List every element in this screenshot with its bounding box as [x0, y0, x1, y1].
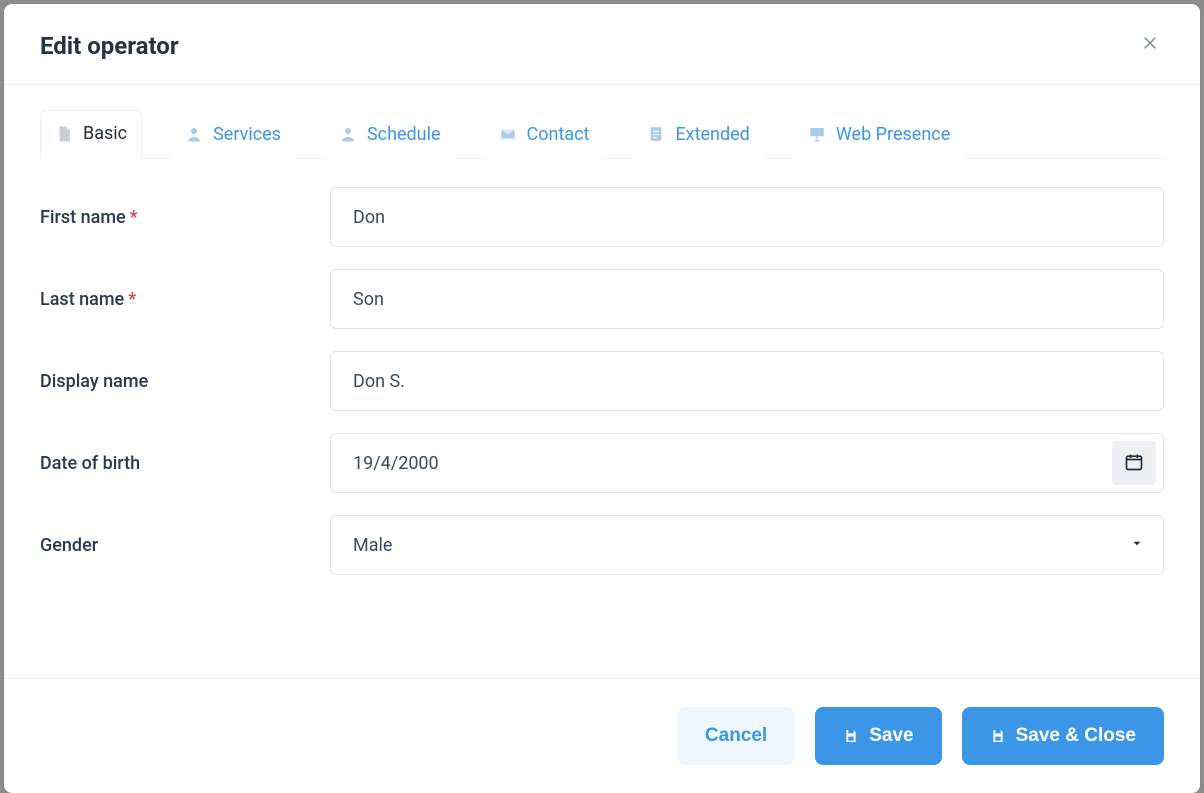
tab-label: Extended [675, 124, 749, 145]
modal-header: Edit operator [4, 4, 1200, 85]
gender-select[interactable]: Male [330, 515, 1164, 575]
gender-label: Gender [40, 535, 330, 556]
tab-extended[interactable]: Extended [632, 110, 764, 159]
document-icon [647, 125, 665, 143]
row-dob: Date of birth [40, 433, 1164, 493]
dob-label: Date of birth [40, 453, 330, 474]
modal-body: Basic Services Schedule Contact [4, 85, 1200, 678]
row-last-name: Last name* [40, 269, 1164, 329]
tab-label: Contact [527, 124, 590, 145]
first-name-input[interactable] [330, 187, 1164, 247]
date-picker-button[interactable] [1112, 441, 1156, 485]
save-close-button[interactable]: Save & Close [962, 707, 1164, 765]
last-name-input[interactable] [330, 269, 1164, 329]
row-gender: Gender Male [40, 515, 1164, 575]
cancel-button[interactable]: Cancel [677, 707, 795, 765]
save-button[interactable]: Save [815, 707, 941, 765]
tab-basic[interactable]: Basic [40, 110, 142, 159]
display-name-label: Display name [40, 371, 330, 392]
display-name-input[interactable] [330, 351, 1164, 411]
row-first-name: First name* [40, 187, 1164, 247]
first-name-label: First name* [40, 207, 330, 228]
tabs: Basic Services Schedule Contact [40, 109, 1164, 159]
save-icon [843, 728, 859, 744]
save-icon [990, 728, 1006, 744]
presentation-icon [808, 125, 826, 143]
tab-services[interactable]: Services [170, 110, 296, 159]
calendar-icon [1124, 452, 1144, 475]
required-mark: * [128, 289, 136, 310]
file-icon [55, 125, 73, 143]
close-icon [1141, 34, 1159, 58]
tab-contact[interactable]: Contact [484, 110, 605, 159]
edit-operator-modal: Edit operator Basic Services [4, 4, 1200, 793]
dob-input[interactable] [330, 433, 1164, 493]
modal-title: Edit operator [40, 32, 179, 60]
tab-label: Web Presence [836, 124, 950, 145]
tab-label: Schedule [367, 124, 441, 145]
row-display-name: Display name [40, 351, 1164, 411]
tab-label: Basic [83, 123, 127, 144]
person-icon [339, 125, 357, 143]
close-button[interactable] [1136, 32, 1164, 60]
tab-web-presence[interactable]: Web Presence [793, 110, 965, 159]
envelope-icon [499, 125, 517, 143]
tab-schedule[interactable]: Schedule [324, 110, 456, 159]
required-mark: * [130, 207, 138, 228]
person-icon [185, 125, 203, 143]
tab-label: Services [213, 124, 281, 145]
last-name-label: Last name* [40, 289, 330, 310]
modal-footer: Cancel Save Save & Close [4, 678, 1200, 793]
